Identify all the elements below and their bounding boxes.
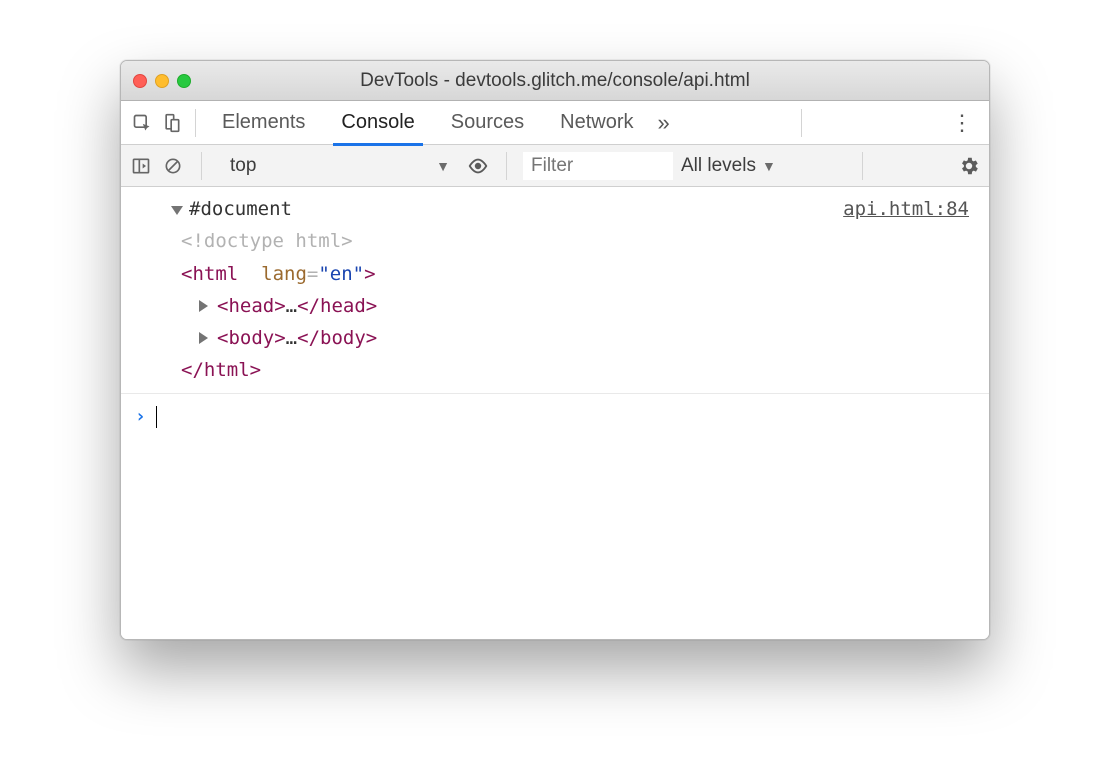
tag-name: body xyxy=(228,322,274,354)
disclosure-triangle-open-icon[interactable] xyxy=(171,206,183,215)
tag-name: html xyxy=(204,359,250,381)
console-toolbar: top ▼ All levels ▼ xyxy=(121,145,989,187)
attr-eq: = xyxy=(307,263,318,285)
angle-close: > xyxy=(364,263,375,285)
text-cursor xyxy=(156,406,158,428)
window-title: DevTools - devtools.glitch.me/console/ap… xyxy=(121,70,989,92)
panel-tabs: Elements Console Sources Network » ⋮ xyxy=(121,101,989,145)
disclosure-triangle-closed-icon[interactable] xyxy=(199,332,208,344)
document-node-label: #document xyxy=(189,193,292,225)
levels-label: All levels xyxy=(681,155,756,177)
html-open-row[interactable]: <html lang="en"> xyxy=(141,258,975,290)
zoom-window-button[interactable] xyxy=(177,74,191,88)
console-settings-icon[interactable] xyxy=(957,154,981,178)
inspect-element-icon[interactable] xyxy=(127,113,157,133)
ellipsis: … xyxy=(286,290,297,322)
more-tabs-icon[interactable]: » xyxy=(658,110,670,136)
html-close-row[interactable]: </html> xyxy=(141,354,975,386)
console-prompt[interactable]: › xyxy=(121,394,989,441)
divider xyxy=(201,152,202,180)
tab-sources[interactable]: Sources xyxy=(433,101,542,145)
context-label: top xyxy=(230,155,256,177)
toggle-console-sidebar-icon[interactable] xyxy=(129,154,153,178)
console-output: api.html:84 #document <!doctype html> <h… xyxy=(121,187,989,639)
log-levels-selector[interactable]: All levels ▼ xyxy=(681,155,776,177)
context-selector[interactable]: top ▼ xyxy=(218,151,458,181)
title-bar: DevTools - devtools.glitch.me/console/ap… xyxy=(121,61,989,101)
divider xyxy=(862,152,863,180)
chevron-down-icon: ▼ xyxy=(762,158,776,174)
device-toolbar-icon[interactable] xyxy=(157,113,187,133)
devtools-window: DevTools - devtools.glitch.me/console/ap… xyxy=(120,60,990,640)
console-message: api.html:84 #document <!doctype html> <h… xyxy=(121,187,989,394)
clear-console-icon[interactable] xyxy=(161,154,185,178)
doctype-text: <!doctype html> xyxy=(181,230,353,252)
ellipsis: … xyxy=(286,322,297,354)
attr-value: "en" xyxy=(318,263,364,285)
divider xyxy=(195,109,196,137)
source-link[interactable]: api.html:84 xyxy=(843,193,969,225)
tab-label: Console xyxy=(341,111,414,134)
tab-network[interactable]: Network xyxy=(542,101,651,145)
doctype-row[interactable]: <!doctype html> xyxy=(141,225,975,257)
angle-open: < xyxy=(181,263,192,285)
body-row[interactable]: <body>…</body> xyxy=(141,322,975,354)
prompt-chevron-icon: › xyxy=(135,402,146,433)
chevron-down-icon: ▼ xyxy=(436,158,450,174)
head-row[interactable]: <head>…</head> xyxy=(141,290,975,322)
tag-name-close: body xyxy=(320,322,366,354)
minimize-window-button[interactable] xyxy=(155,74,169,88)
live-expression-icon[interactable] xyxy=(466,154,490,178)
traffic-lights xyxy=(133,74,191,88)
tag-name: html xyxy=(192,263,238,285)
tab-label: Elements xyxy=(222,111,305,134)
close-window-button[interactable] xyxy=(133,74,147,88)
tab-console[interactable]: Console xyxy=(323,101,432,145)
tab-elements[interactable]: Elements xyxy=(204,101,323,145)
disclosure-triangle-closed-icon[interactable] xyxy=(199,300,208,312)
tab-label: Network xyxy=(560,111,633,134)
attr-name: lang xyxy=(261,263,307,285)
filter-input[interactable] xyxy=(523,152,673,180)
tag-name-close: head xyxy=(320,290,366,322)
divider xyxy=(506,152,507,180)
tag-name: head xyxy=(228,290,274,322)
tab-label: Sources xyxy=(451,111,524,134)
divider xyxy=(801,109,802,137)
kebab-menu-icon[interactable]: ⋮ xyxy=(941,110,983,136)
